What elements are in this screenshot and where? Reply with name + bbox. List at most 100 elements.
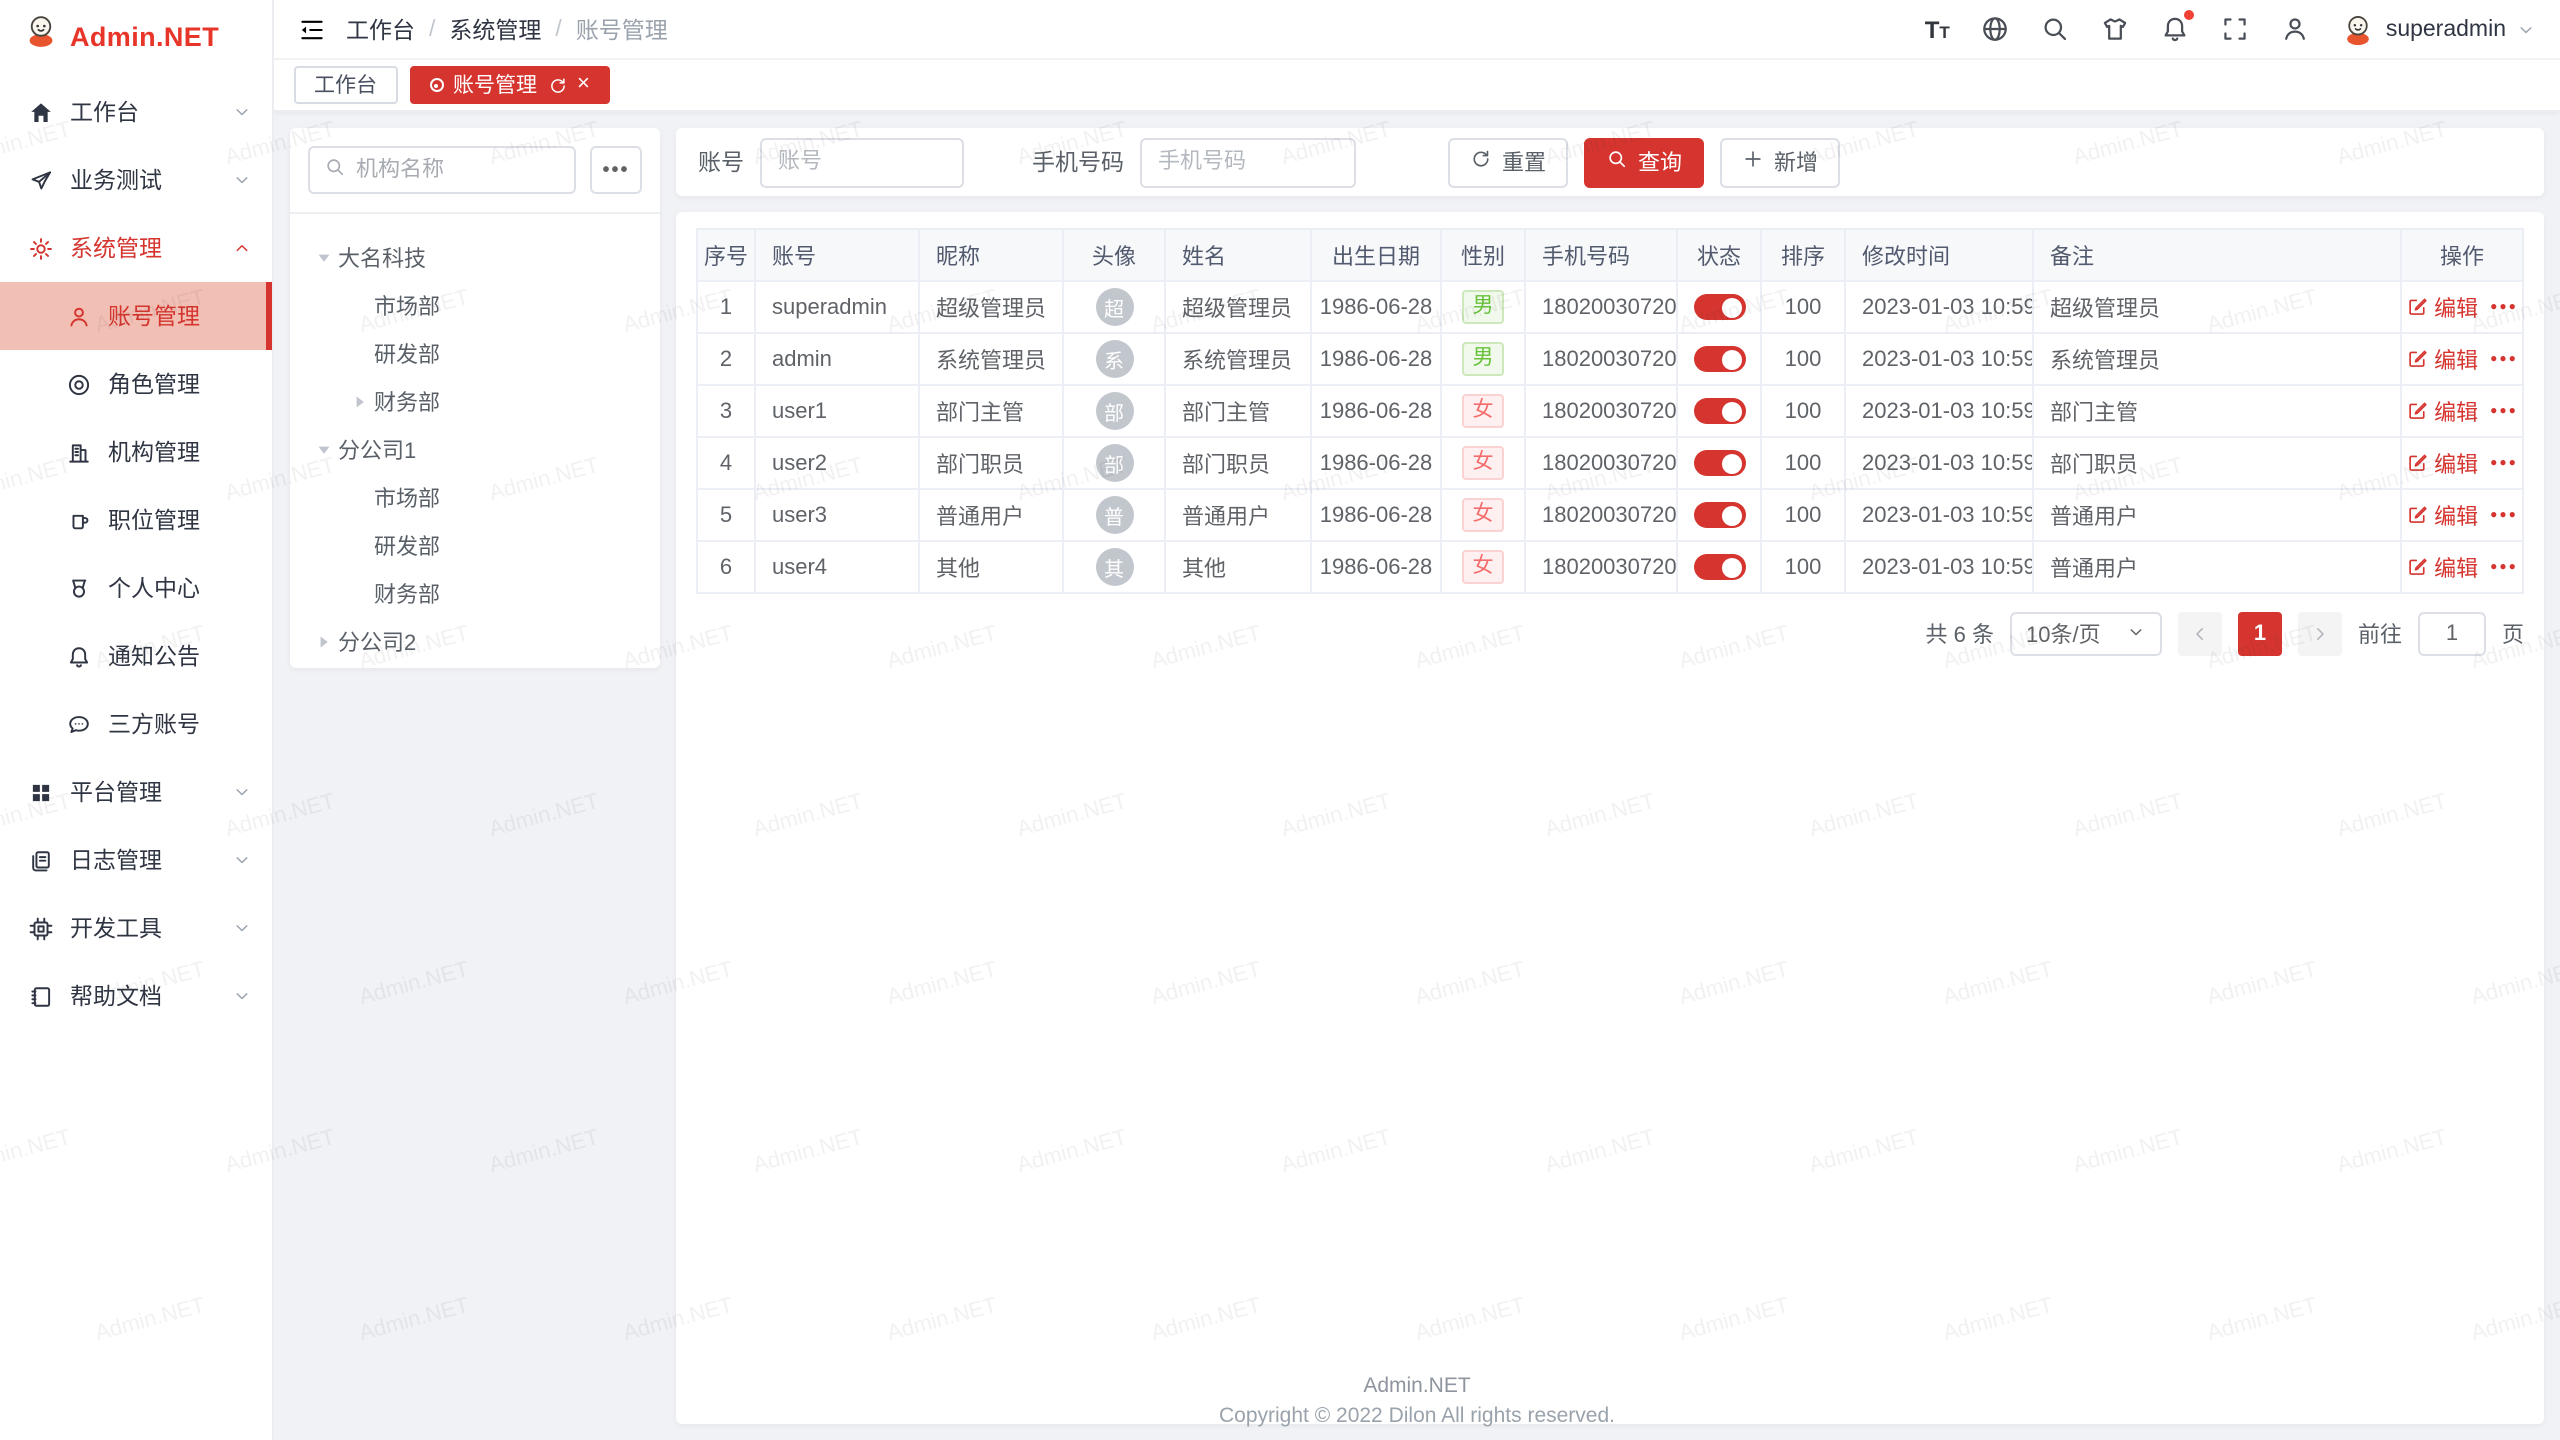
goto-label: 前往	[2358, 618, 2402, 650]
language-icon	[1980, 14, 2010, 44]
cell-avatar: 系	[1063, 333, 1165, 385]
tree-node-分公司2[interactable]: 分公司2	[298, 618, 652, 666]
status-toggle[interactable]	[1693, 346, 1745, 372]
status-toggle[interactable]	[1693, 294, 1745, 320]
status-toggle[interactable]	[1693, 502, 1745, 528]
sidebar-item-角色管理[interactable]: 角色管理	[0, 350, 272, 418]
chevron-down-icon	[2126, 621, 2146, 647]
profile-medal-icon	[66, 575, 92, 601]
chevron-down-icon	[232, 850, 252, 870]
tree-node-市场部[interactable]: 市场部	[298, 282, 652, 330]
prev-page-button[interactable]	[2178, 612, 2222, 656]
page-footer: Admin.NET Copyright © 2022 Dilon All rig…	[274, 1372, 2560, 1432]
menu-fold-icon	[298, 15, 326, 43]
cell-remark: 普通用户	[2033, 541, 2401, 593]
refresh-icon[interactable]	[547, 75, 567, 95]
tab-工作台[interactable]: 工作台	[294, 66, 397, 104]
edit-button[interactable]: 编辑	[2406, 499, 2478, 531]
tree-node-分公司1[interactable]: 分公司1	[298, 426, 652, 474]
tree-node-研发部[interactable]: 研发部	[298, 330, 652, 378]
edit-button[interactable]: 编辑	[2406, 447, 2478, 479]
sidebar-item-帮助文档[interactable]: 帮助文档	[0, 962, 272, 1030]
sidebar-item-三方账号[interactable]: 三方账号	[0, 690, 272, 758]
total-count: 共 6 条	[1926, 618, 1994, 650]
edit-button[interactable]: 编辑	[2406, 551, 2478, 583]
next-page-button[interactable]	[2298, 612, 2342, 656]
page-size-select[interactable]: 10条/页	[2010, 612, 2162, 656]
column-header-账号: 账号	[755, 229, 919, 281]
reset-button[interactable]: 重置	[1448, 137, 1568, 187]
more-actions-button[interactable]: ●●●	[2490, 301, 2518, 313]
tree-node-研发部[interactable]: 研发部	[298, 522, 652, 570]
sidebar-item-账号管理[interactable]: 账号管理	[0, 282, 272, 350]
more-actions-button[interactable]: ●●●	[2490, 561, 2518, 573]
menu-fold-icon[interactable]	[298, 15, 326, 43]
sidebar-item-日志管理[interactable]: 日志管理	[0, 826, 272, 894]
sidebar-item-工作台[interactable]: 工作台	[0, 78, 272, 146]
cell-nickname: 超级管理员	[919, 281, 1063, 333]
tree-node-label: 市场部	[374, 290, 440, 322]
tree-node-财务部[interactable]: 财务部	[298, 378, 652, 426]
edit-button[interactable]: 编辑	[2406, 291, 2478, 323]
edit-button[interactable]: 编辑	[2406, 395, 2478, 427]
fullscreen-button[interactable]	[2220, 14, 2250, 44]
org-more-button[interactable]: •••	[590, 146, 642, 194]
sidebar-item-平台管理[interactable]: 平台管理	[0, 758, 272, 826]
org-search-input[interactable]	[356, 158, 560, 182]
column-header-状态: 状态	[1677, 229, 1761, 281]
goto-page-input[interactable]	[2418, 612, 2486, 656]
theme-shirt-button[interactable]	[2100, 14, 2130, 44]
cell-account: user1	[755, 385, 919, 437]
sidebar-item-通知公告[interactable]: 通知公告	[0, 622, 272, 690]
phone-input[interactable]	[1140, 137, 1356, 187]
sidebar-item-label: 帮助文档	[70, 980, 216, 1012]
language-button[interactable]	[1980, 14, 2010, 44]
search-button[interactable]: 查询	[1584, 137, 1704, 187]
org-search-box[interactable]	[308, 146, 576, 194]
more-actions-button[interactable]: ●●●	[2490, 457, 2518, 469]
sidebar-item-个人中心[interactable]: 个人中心	[0, 554, 272, 622]
more-actions-button[interactable]: ●●●	[2490, 405, 2518, 417]
close-icon[interactable]: ×	[577, 74, 590, 96]
cell-nickname: 部门主管	[919, 385, 1063, 437]
tree-node-财务部[interactable]: 财务部	[298, 570, 652, 618]
cell-name: 系统管理员	[1165, 333, 1311, 385]
sidebar-item-职位管理[interactable]: 职位管理	[0, 486, 272, 554]
gender-badge: 女	[1463, 394, 1504, 428]
tree-node-市场部[interactable]: 市场部	[298, 474, 652, 522]
sidebar-item-业务测试[interactable]: 业务测试	[0, 146, 272, 214]
sidebar-item-系统管理[interactable]: 系统管理	[0, 214, 272, 282]
cell-status	[1677, 489, 1761, 541]
tab-账号管理[interactable]: 账号管理×	[409, 66, 610, 104]
font-size-button[interactable]: TT	[1925, 17, 1950, 41]
breadcrumb-item[interactable]: 工作台	[346, 13, 415, 45]
cell-actions: 编辑 ●●●	[2401, 437, 2523, 489]
search-button[interactable]	[2040, 14, 2070, 44]
notification-bell-button[interactable]	[2160, 14, 2190, 44]
notification-badge-dot	[2184, 10, 2194, 20]
sidebar-item-开发工具[interactable]: 开发工具	[0, 894, 272, 962]
breadcrumb-item[interactable]: 系统管理	[449, 13, 541, 45]
edit-button[interactable]: 编辑	[2406, 343, 2478, 375]
font-size-icon: TT	[1925, 17, 1950, 41]
chevron-down-icon	[232, 102, 252, 122]
role-icon	[66, 371, 92, 397]
current-page-button[interactable]: 1	[2238, 612, 2282, 656]
more-actions-button[interactable]: ●●●	[2490, 509, 2518, 521]
edit-label: 编辑	[2434, 395, 2478, 427]
account-input[interactable]	[760, 137, 964, 187]
cell-remark: 部门主管	[2033, 385, 2401, 437]
person-button[interactable]	[2280, 14, 2310, 44]
user-menu[interactable]: superadmin	[2340, 11, 2536, 47]
caret-down-icon	[314, 440, 334, 460]
sidebar-item-机构管理[interactable]: 机构管理	[0, 418, 272, 486]
tree-node-大名科技[interactable]: 大名科技	[298, 234, 652, 282]
status-toggle[interactable]	[1693, 450, 1745, 476]
more-actions-button[interactable]: ●●●	[2490, 353, 2518, 365]
add-button[interactable]: 新增	[1720, 137, 1840, 187]
cell-phone: 18020030720	[1525, 281, 1677, 333]
tree-node-label: 分公司2	[338, 626, 416, 658]
status-toggle[interactable]	[1693, 554, 1745, 580]
status-toggle[interactable]	[1693, 398, 1745, 424]
avatar: 其	[1095, 548, 1133, 586]
